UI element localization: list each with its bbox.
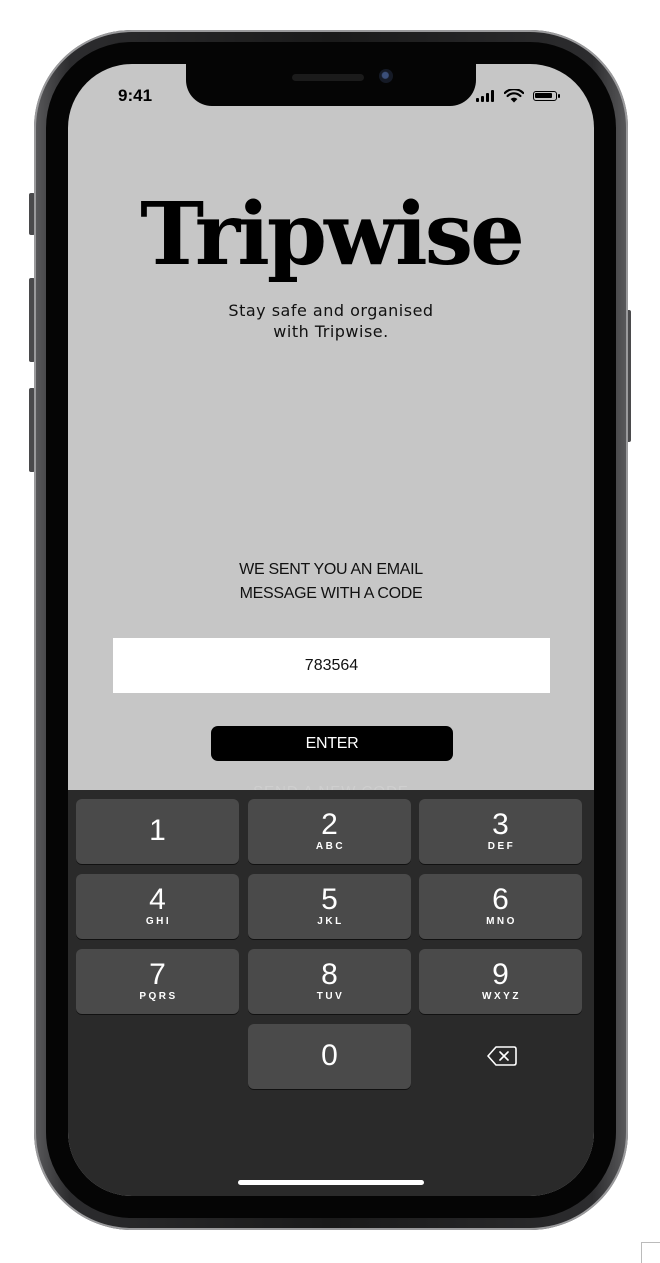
key-7[interactable]: 7 PQRS: [76, 949, 239, 1014]
key-4-digit: 4: [149, 883, 166, 916]
tripwise-logo: Tripwise: [140, 184, 525, 285]
phone-screen: 9:41 Tripwise Stay safe and organised wi…: [68, 64, 594, 1196]
verification-code-input[interactable]: [113, 638, 550, 693]
key-7-letters: PQRS: [139, 991, 178, 1002]
key-4-letters: GHI: [145, 916, 172, 927]
status-icons: [476, 89, 576, 106]
key-0-digit: 0: [321, 1039, 338, 1072]
numeric-keypad: 1 2 ABC 3 DEF 4 GHI 5 JKL 6 MNO 7 PQRS 8…: [68, 790, 594, 1196]
battery-icon: [533, 91, 560, 101]
home-indicator[interactable]: [238, 1180, 424, 1185]
tagline-line-2: with Tripwise.: [273, 322, 389, 341]
key-3-letters: DEF: [487, 841, 516, 852]
key-6-digit: 6: [492, 883, 509, 916]
key-7-digit: 7: [149, 958, 166, 991]
key-6[interactable]: 6 MNO: [419, 874, 582, 939]
tagline-line-1: Stay safe and organised: [228, 301, 434, 320]
key-5-letters: JKL: [317, 916, 344, 927]
key-2-letters: ABC: [315, 841, 346, 852]
key-9-letters: WXYZ: [482, 991, 521, 1002]
notice-line-2: MESSAGE WITH A CODE: [239, 585, 423, 602]
notice-line-1: WE SENT YOU AN EMAIL: [239, 561, 423, 578]
corner-mark: [641, 1242, 660, 1263]
cellular-signal-icon: [476, 90, 498, 102]
key-1[interactable]: 1: [76, 799, 239, 864]
tagline: Stay safe and organised with Tripwise.: [68, 300, 594, 342]
front-camera: [379, 69, 393, 83]
key-2-digit: 2: [321, 808, 338, 841]
notch: [186, 64, 476, 106]
key-1-digit: 1: [149, 814, 166, 847]
email-sent-notice: WE SENT YOU AN EMAIL MESSAGE WITH A CODE: [68, 558, 594, 606]
key-9[interactable]: 9 WXYZ: [419, 949, 582, 1014]
status-time: 9:41: [118, 86, 153, 105]
key-5[interactable]: 5 JKL: [248, 874, 411, 939]
speaker-grille: [292, 74, 364, 81]
backspace-icon: [487, 1046, 517, 1066]
key-9-digit: 9: [492, 958, 509, 991]
delete-key[interactable]: [419, 1024, 582, 1089]
key-0[interactable]: 0: [248, 1024, 411, 1089]
wifi-icon: [504, 89, 524, 103]
key-8-digit: 8: [321, 958, 338, 991]
key-8-letters: TUV: [316, 991, 345, 1002]
key-8[interactable]: 8 TUV: [248, 949, 411, 1014]
key-6-letters: MNO: [486, 916, 517, 927]
key-3-digit: 3: [492, 808, 509, 841]
enter-button[interactable]: ENTER: [211, 726, 453, 761]
key-3[interactable]: 3 DEF: [419, 799, 582, 864]
key-5-digit: 5: [321, 883, 338, 916]
key-4[interactable]: 4 GHI: [76, 874, 239, 939]
key-2[interactable]: 2 ABC: [248, 799, 411, 864]
